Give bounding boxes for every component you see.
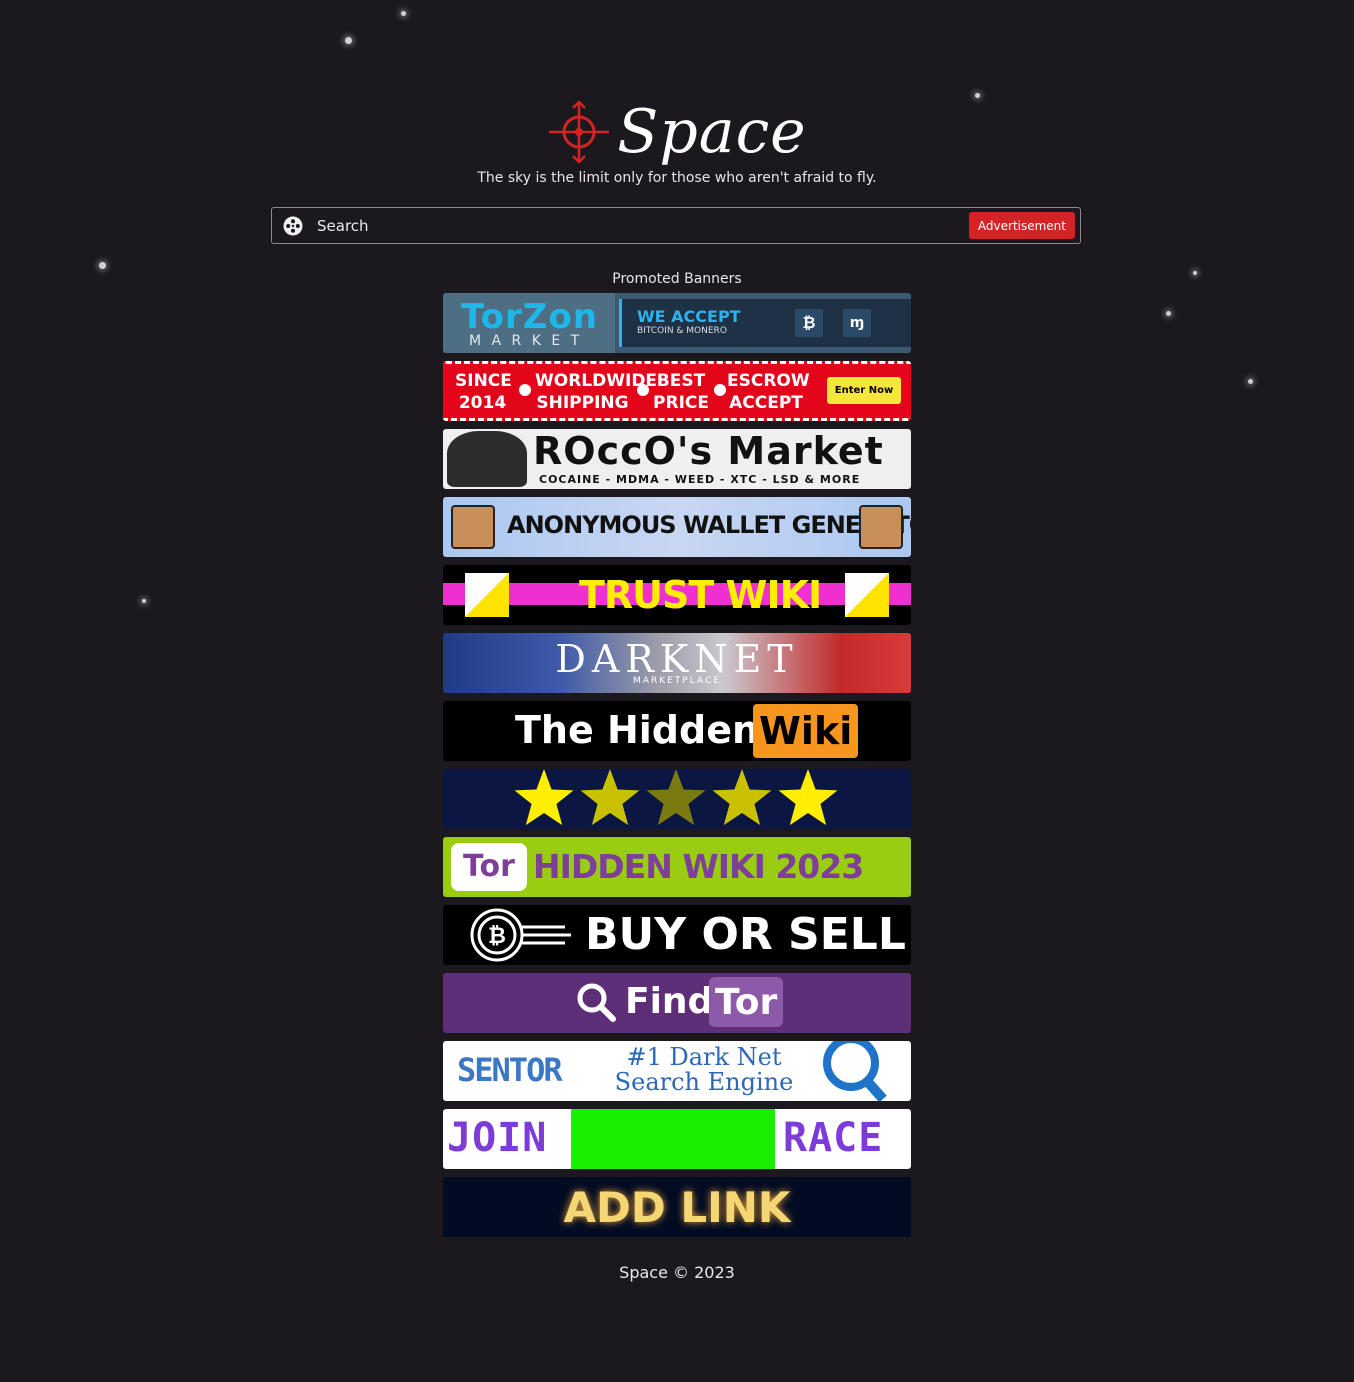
background-star [1166,311,1171,316]
magnifier-icon [577,983,616,1022]
search-input[interactable] [315,215,969,236]
arrow-logo-icon [845,573,889,617]
banner-sentor-line1: #1 Dark Net [626,1043,782,1071]
banner-trust-wiki[interactable]: TRUST WIKI [443,565,911,625]
banner-find-tor[interactable]: Find Tor [443,973,911,1033]
bullet-dot [519,384,531,396]
site-tagline: The sky is the limit only for those who … [477,170,877,186]
detective-icon [447,431,527,487]
banner-wallet-title: ANONYMOUS WALLET GENERATOR [507,511,911,539]
banner-tor-hidden-wiki-2023[interactable]: Tor HIDDEN WIKI 2023 [443,837,911,897]
site-header: Space The sky is the limit only for thos… [0,96,1354,186]
banner-race-text: RACE [783,1115,884,1161]
svg-text:₿: ₿ [488,924,506,949]
banner-the-hidden-wiki[interactable]: The Hidden Wiki [443,701,911,761]
background-star [345,37,352,44]
magnifier-icon [823,1041,887,1101]
race-logo [571,1109,775,1169]
banner-anonymous-wallet[interactable]: ANONYMOUS WALLET GENERATOR [443,497,911,557]
banner-item-escrow: ESCROW ACCEPT [727,371,810,413]
banner-sentor-logo: SENTOR [457,1051,563,1089]
monero-icon: ɱ [843,309,871,337]
banner-torzon-title: TorZon [461,297,599,337]
site-logo[interactable]: Space [547,96,806,168]
promoted-banners-title: Promoted Banners [612,271,742,287]
bullet-dot [714,384,726,396]
banner-darknet-title: DARKNET [555,637,799,681]
banner-hidden-wiki-badge: Wiki [753,704,859,758]
banner-trust-wiki-title: TRUST WIKI [579,573,822,617]
banner-add-link-title: ADD LINK [563,1183,791,1232]
rating-star [778,769,838,826]
banner-list: TorZon M A R K E T WE ACCEPT BITCOIN & M… [443,293,911,1245]
background-star [401,11,406,16]
banner-add-link[interactable]: ADD LINK [443,1177,911,1237]
star-rating [514,769,838,826]
bullet-dot [637,384,649,396]
banner-rocco-market[interactable]: ROccO's Market COCAINE - MDMA - WEED - X… [443,429,911,489]
banner-torzon-subtitle: M A R K E T [469,333,583,349]
search-icon [283,216,303,235]
banner-since-2014[interactable]: SINCE 2014 WORLDWIDE SHIPPING BEST PRICE… [443,361,911,421]
crosshair-icon [549,100,610,164]
site-name: Space [617,97,807,167]
rating-star [580,769,640,826]
advertisement-button[interactable]: Advertisement [968,212,1075,239]
bitcoin-icon: ₿ [795,309,823,337]
banner-buy-sell-title: BUY OR SELL [585,909,906,960]
banner-hidden-wiki-title: The Hidden [515,708,760,752]
background-star [142,599,146,603]
banner-tor-logo: Tor [451,843,527,891]
banner-torzon-currencies: BITCOIN & MONERO [637,326,727,336]
banner-darknet-marketplace[interactable]: DARKNET MARKETPLACE [443,633,911,693]
banner-rocco-subtitle: COCAINE - MDMA - WEED - XTC - LSD & MORE [539,473,861,486]
site-footer: Space © 2023 [619,1263,735,1282]
banner-sentor-search[interactable]: SENTOR #1 Dark Net Search Engine [443,1041,911,1101]
banner-item-price: BEST PRICE [653,371,709,413]
banner-buy-or-sell[interactable]: ₿ BUY OR SELL [443,905,911,965]
bitcoin-circuit-icon: ₿ [470,908,571,962]
wallet-icon [859,505,903,549]
background-star [1248,379,1253,384]
banner-torzon-accept: WE ACCEPT [637,307,741,326]
banner-sentor-line2: Search Engine [614,1068,794,1096]
banner-item-since: SINCE 2014 [455,371,512,413]
rating-star [646,769,706,826]
rating-star [712,769,772,826]
background-star [99,262,106,269]
enter-now-button: Enter Now [827,377,901,404]
wallet-icon [451,505,495,549]
banner-darknet-subtitle: MARKETPLACE [633,676,721,686]
arrow-logo-icon [465,573,509,617]
banner-join-text: JOIN [447,1115,548,1161]
banner-find-title: Find [625,981,714,1022]
banner-five-stars[interactable] [443,769,911,829]
banner-rocco-title: ROccO's Market [533,429,884,473]
banner-tor-2023-title: HIDDEN WIKI 2023 [533,847,864,886]
rating-star [514,769,574,826]
banner-join-race[interactable]: JOIN RACE [443,1109,911,1169]
banner-torzon[interactable]: TorZon M A R K E T WE ACCEPT BITCOIN & M… [443,293,911,353]
search-bar: Advertisement [271,207,1081,244]
banner-item-shipping: WORLDWIDE SHIPPING [535,371,658,413]
banner-find-badge: Tor [709,977,784,1027]
